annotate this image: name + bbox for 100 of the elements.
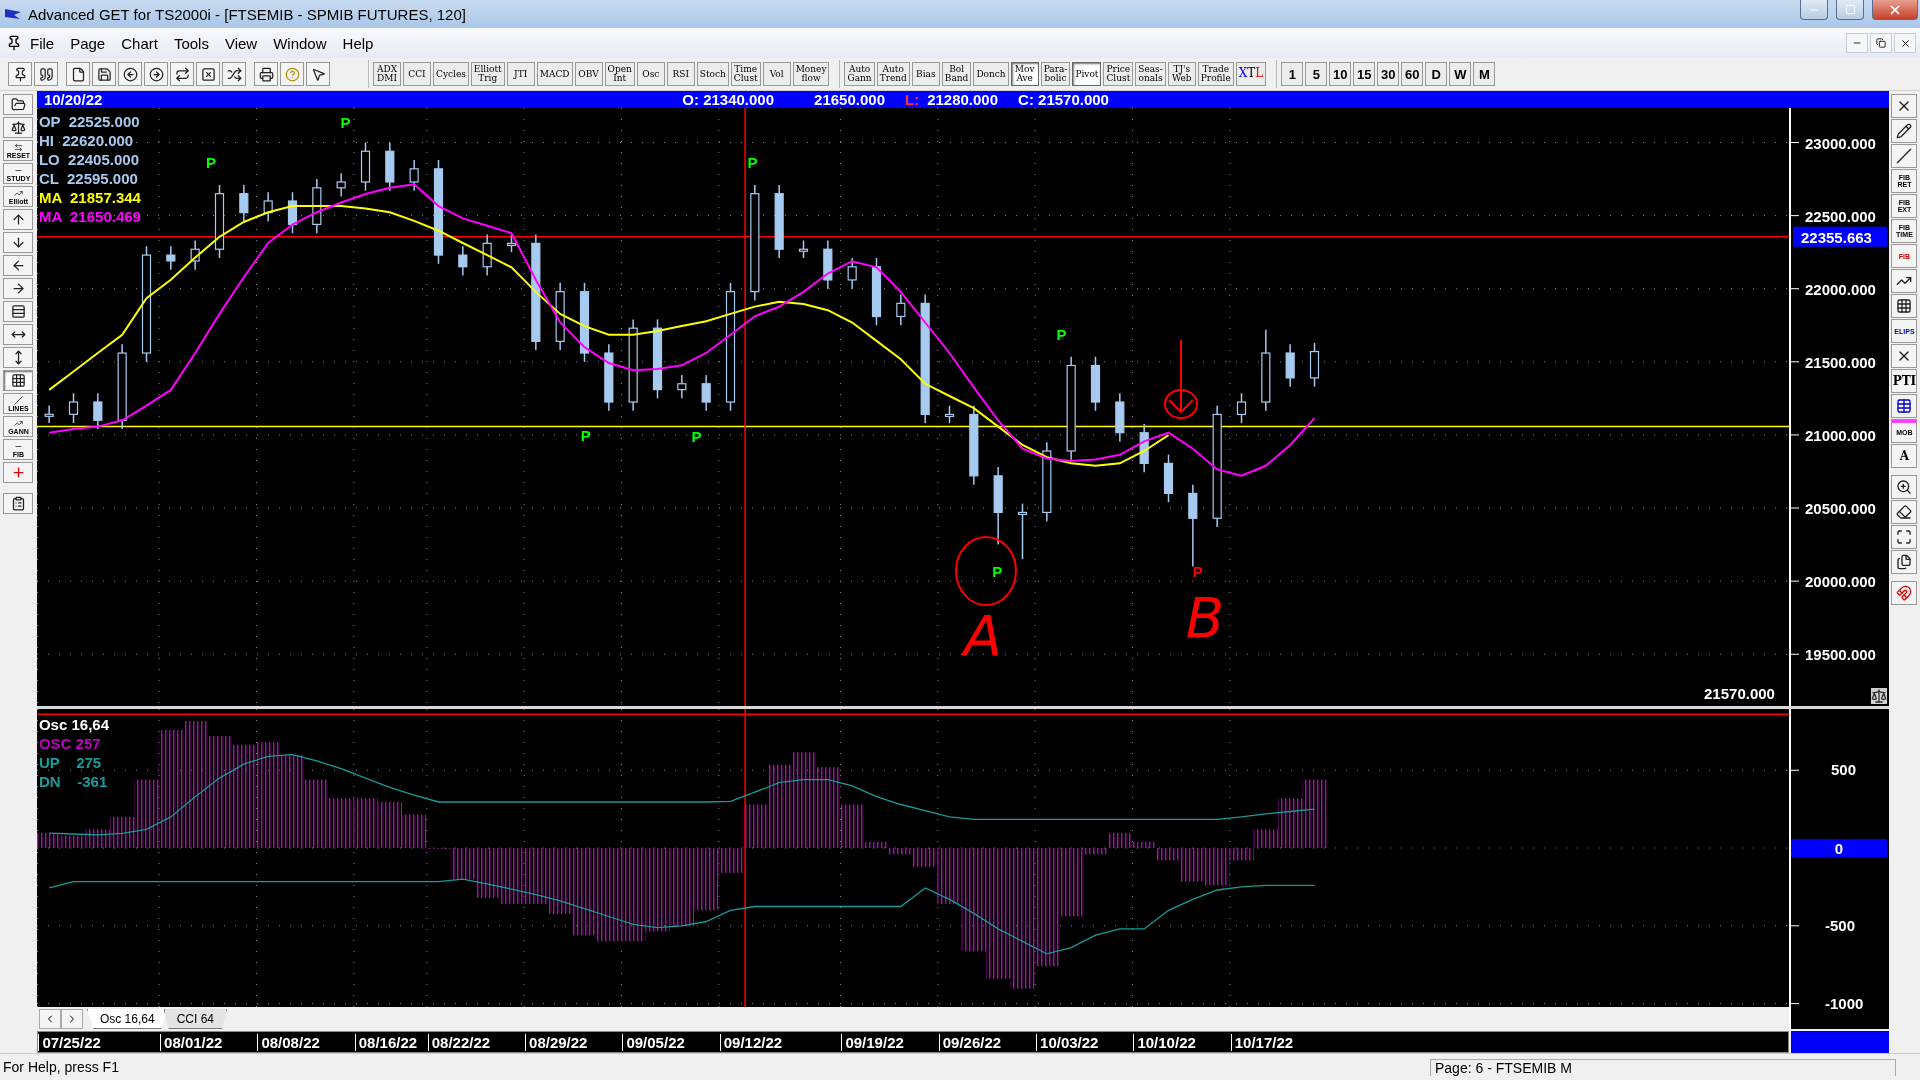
indicator-button[interactable]: Osc — [636, 62, 665, 86]
date-label: 08/16/22 — [354, 1034, 418, 1051]
indicator-button[interactable]: CCI — [403, 62, 431, 86]
interval-button[interactable]: M — [1473, 62, 1496, 86]
menu-item[interactable]: Help — [334, 34, 382, 52]
status-page: Page: 6 - FTSEMIB M — [1430, 1058, 1896, 1076]
pivot-marker: P — [691, 428, 702, 446]
menu-item[interactable]: File — [22, 34, 63, 52]
overlay-button[interactable]: Pivot — [1072, 62, 1102, 86]
interval-button[interactable]: 10 — [1329, 62, 1352, 86]
axis-label: -1000 — [1824, 994, 1864, 1012]
study-tab[interactable]: CCI 64 — [163, 1009, 227, 1029]
interval-button[interactable]: D — [1425, 62, 1448, 86]
pivot-marker: P — [1192, 563, 1203, 581]
legend-value: LO 22405.000 — [38, 150, 140, 169]
pivot-marker: P — [580, 426, 591, 444]
pivot-marker: P — [992, 563, 1003, 581]
indicator-button[interactable]: Elliott Trig — [470, 62, 505, 86]
axis-label: 22000.000 — [1804, 280, 1876, 298]
pivot-marker: P — [340, 113, 351, 131]
indicator-button[interactable]: Open Int — [604, 62, 635, 86]
legend-value: MA 21650.469 — [38, 207, 141, 226]
interval-button[interactable]: 60 — [1401, 62, 1424, 86]
indicator-button[interactable]: OBV — [574, 62, 603, 86]
interval-button[interactable]: 15 — [1353, 62, 1376, 86]
overlay-button[interactable]: Bol Band — [941, 62, 972, 86]
legend-value: MA 21857.344 — [38, 188, 141, 207]
indicator-button[interactable]: RSI — [666, 62, 695, 86]
menu-item[interactable]: Tools — [165, 34, 217, 52]
date-label: 10/03/22 — [1036, 1034, 1099, 1051]
last-price: 21570.000 — [1704, 685, 1775, 702]
overlay-button[interactable]: Seas- onals — [1135, 62, 1166, 86]
y-tick-label: 0 — [1834, 840, 1844, 858]
pivot-marker: P — [1056, 325, 1067, 343]
indicator-button[interactable]: JTI — [506, 62, 535, 86]
handwritten-letter: A — [963, 608, 1003, 664]
study-title: Osc 16,64 — [38, 715, 109, 734]
indicator-button[interactable]: ADX DMI — [373, 62, 401, 86]
axis-label: -500 — [1824, 916, 1855, 934]
date-label: 10/17/22 — [1230, 1034, 1294, 1051]
interval-button[interactable]: 30 — [1377, 62, 1400, 86]
handwritten-letter: B — [1185, 590, 1225, 646]
open-value: O: 21340.000 — [682, 91, 775, 108]
menu-item[interactable]: Window — [265, 34, 335, 52]
axis-label: 19500.000 — [1804, 646, 1876, 664]
axis-label: 20000.000 — [1804, 573, 1876, 591]
interval-button[interactable]: 1 — [1281, 62, 1304, 86]
overlay-button[interactable]: Price Clust — [1103, 62, 1134, 86]
window-title: Advanced GET for TS2000i - [FTSEMIB - SPMIB FUTURES, 120] — [28, 5, 467, 23]
zero-marker: 0 — [1790, 839, 1887, 858]
menu-item[interactable]: Page — [62, 34, 114, 52]
date-label: 09/26/22 — [938, 1034, 1002, 1051]
bar-date: 10/20/22 — [43, 91, 103, 108]
date-label: 09/05/22 — [622, 1034, 685, 1051]
overlay-button[interactable]: Auto Gann — [844, 62, 875, 86]
pti-button[interactable]: PTI — [1891, 369, 1918, 393]
indicator-button[interactable]: Money flow — [792, 62, 830, 86]
status-text: For Help, press F1 — [2, 1059, 120, 1075]
indicator-button[interactable]: Vol — [762, 62, 791, 86]
overlay-button[interactable]: TJ's Web — [1167, 62, 1196, 86]
indicator-button[interactable]: Stoch — [696, 62, 729, 86]
text-tool-button[interactable]: A — [1891, 444, 1918, 468]
legend-value: UP 275 — [38, 753, 103, 772]
indicator-button[interactable]: MACD — [536, 62, 573, 86]
indicator-button[interactable]: Cycles — [433, 62, 469, 86]
price-marker: 22355.663 — [1792, 226, 1887, 247]
low-label: L: — [904, 91, 920, 108]
axis-label: 22500.000 — [1804, 207, 1876, 225]
pivot-marker: P — [205, 154, 216, 172]
date-label: 08/29/22 — [525, 1034, 588, 1051]
date-label: 08/08/22 — [257, 1034, 320, 1051]
axis-label: 500 — [1830, 761, 1856, 779]
overlay-button[interactable]: Donch — [973, 62, 1009, 86]
date-label: 09/12/22 — [719, 1034, 783, 1051]
date-label: 09/19/22 — [841, 1034, 904, 1051]
date-label: 08/22/22 — [427, 1034, 491, 1051]
menu-item[interactable]: Chart — [113, 34, 166, 52]
interval-button[interactable]: 5 — [1305, 62, 1328, 86]
axis-label: 23000.000 — [1804, 134, 1876, 152]
menu-item[interactable]: View — [216, 34, 266, 52]
overlay-button[interactable]: Mov Ave — [1010, 62, 1039, 86]
low-value: 21280.000 — [927, 91, 999, 108]
date-label: 08/01/22 — [160, 1034, 223, 1051]
close-value: C: 21570.000 — [1018, 91, 1109, 108]
axis-label: 20500.000 — [1804, 500, 1876, 518]
overlay-button[interactable]: Auto Trend — [876, 62, 910, 86]
date-label: 10/10/22 — [1133, 1034, 1196, 1051]
legend-value: OSC 257 — [38, 734, 102, 753]
legend-value: HI 22620.000 — [38, 131, 135, 150]
indicator-button[interactable]: Time Clust — [730, 62, 761, 86]
interval-button[interactable]: W — [1449, 62, 1472, 86]
overlay-button[interactable]: XTL — [1235, 62, 1267, 86]
legend-value: CL 22595.000 — [38, 169, 139, 188]
overlay-button[interactable]: Trade Profile — [1197, 62, 1234, 86]
legend-value: OP 22525.000 — [38, 112, 141, 131]
study-tab[interactable]: Osc 16,64 — [86, 1009, 168, 1029]
overlay-button[interactable]: Bias — [911, 62, 940, 86]
ref-line-label: 22355.663 — [1800, 228, 1872, 246]
high-value: 21650.000 — [814, 91, 885, 108]
overlay-button[interactable]: Para- bolic — [1040, 62, 1071, 86]
